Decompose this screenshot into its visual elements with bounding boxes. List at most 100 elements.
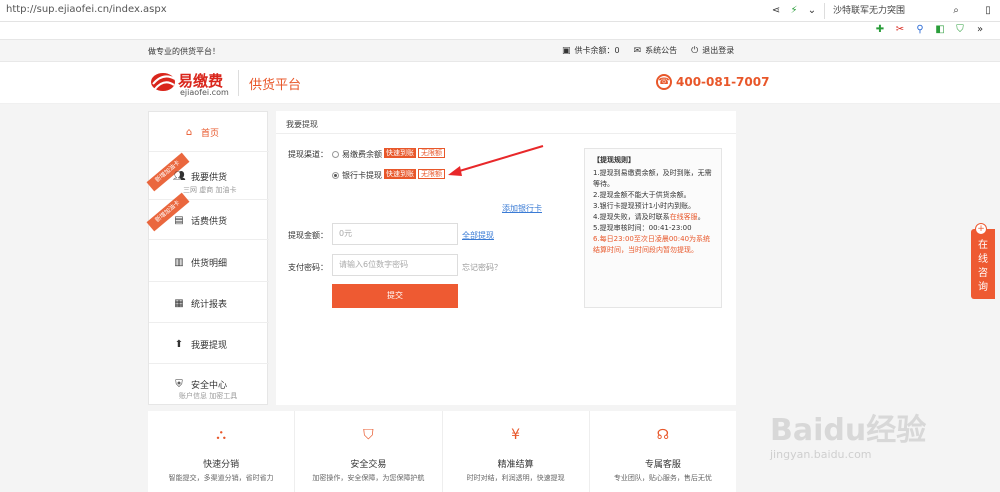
platform-title: 供货平台 [249, 78, 302, 93]
report-icon: ▦ [174, 298, 184, 309]
online-consult-label: 在线咨询 [978, 240, 988, 293]
browser-extension-bar: ✚ ✂ ⚲ ◧ ⛉ » [0, 22, 1000, 40]
password-label: 支付密码： [288, 263, 328, 272]
feature-desc: 智能提交，多渠道分销，省时省力 [168, 474, 274, 482]
submit-button[interactable]: 提交 [332, 284, 458, 308]
option-bank-label: 银行卡提现 [342, 171, 382, 180]
withdraw-panel: 我要提现 提现渠道： 易缴费余额 快速到账 无限额 银行卡提现 快速到账 无限额… [276, 111, 736, 405]
address-right-tools: ⋖ ⚡ ⌄ 沙特联军无力突围 ⌕ ▯ ↶ ⋮ [770, 3, 1000, 19]
sidebar-item-sub: 账户信息 加密工具 [179, 392, 238, 400]
rule-4-end: 。 [697, 213, 705, 221]
mail-icon: ✉ [633, 46, 642, 56]
network-icon: ⛬ [216, 427, 227, 443]
breadcrumb-divider [276, 133, 736, 134]
rule-3: 3.银行卡提现预计1小时内到账。 [593, 202, 696, 210]
amount-input[interactable]: 0元 [332, 223, 458, 245]
scissors-icon[interactable]: ✂ [894, 24, 906, 36]
feature-title: 快速分销 [203, 460, 240, 470]
sidebar-item-label: 我要供货 [191, 173, 228, 183]
amount-label: 提现金额： [288, 231, 328, 240]
headset-icon: ☊ [656, 427, 670, 443]
bar-chart-icon: ▥ [174, 257, 184, 268]
rule-4: 4.提现失败，请及时联系在线客服。 [593, 212, 713, 223]
rule-1: 1.提现到易缴费余额，及时到账，无需等待。 [593, 169, 712, 188]
notice-link[interactable]: ✉ 系统公告 [634, 45, 678, 56]
add-bank-card-link[interactable]: 添加银行卡 [502, 203, 542, 214]
sidebar-item-label: 供货明细 [191, 259, 228, 269]
option-balance-label: 易缴费余额 [342, 150, 382, 159]
sidebar-item-withdraw[interactable]: ⬆ 我要提现 [149, 323, 269, 364]
password-input[interactable]: 请输入6位数字密码 [332, 254, 458, 276]
shield-icon: ⛨ [175, 379, 183, 390]
power-icon: ⏻ [691, 46, 699, 56]
rule-5: 5.提现审核时间：00:41-23:00 [593, 224, 692, 232]
feature-strip: ⛬ 快速分销 智能提交，多渠道分销，省时省力 ⛉ 安全交易 加密操作，安全保障，… [148, 411, 736, 492]
watermark-url: jingyan.baidu.com [770, 448, 872, 461]
forgot-password-link[interactable]: 忘记密码？ [462, 262, 502, 273]
phone-icon: ☎ [656, 74, 672, 90]
shield-icon: ⛉ [363, 427, 374, 443]
logout-link[interactable]: ⏻ 退出登录 [691, 45, 734, 56]
chevron-down-icon[interactable]: ⌄ [806, 5, 818, 17]
balance-label: 供卡余额：0 [574, 46, 620, 55]
radio-bank-card[interactable] [332, 172, 339, 179]
rule-4-text: 4.提现失败，请及时联系 [593, 213, 670, 221]
withdraw-icon: ⬆ [174, 339, 184, 350]
header-divider [238, 70, 239, 96]
tag-fast: 快速到账 [384, 169, 416, 179]
yen-icon: ¥ [511, 427, 521, 443]
feature-settlement: ¥ 精准结算 时时对结，利润透明，快速提现 [443, 411, 590, 492]
rules-title: 【提现规则】 [593, 156, 635, 164]
sidebar-nav: ⌂ 首页 新增加油卡 👥︎ 我要供货 三网 虚商 加油卡 新增加油卡 ▤ 话费供… [146, 111, 269, 406]
sidebar-item-report[interactable]: ▦ 统计报表 [149, 282, 269, 323]
address-url[interactable]: http://sup.ejiaofei.cn/index.aspx [6, 4, 167, 15]
site-header: 易缴费 ejiaofei.com 供货平台 ☎ 400-081-7007 [0, 62, 1000, 104]
bolt-icon[interactable]: ⚡ [788, 5, 800, 17]
feature-support: ☊ 专属客服 专业团队，贴心服务，售后无忧 [590, 411, 736, 492]
sidebar-item-supply[interactable]: 新增加油卡 👥︎ 我要供货 三网 虚商 加油卡 [146, 152, 269, 200]
site-topbar: 做专业的供货平台！ ▣ 供卡余额：0 ✉ 系统公告 ⏻ 退出登录 [0, 40, 1000, 62]
notice-label: 系统公告 [645, 46, 678, 55]
tag-fast: 快速到账 [384, 148, 416, 158]
share-icon[interactable]: ⋖ [770, 5, 782, 17]
sidebar-item-label: 首页 [201, 129, 220, 139]
browser-search-box[interactable]: 沙特联军无力突围 [824, 3, 944, 19]
more-icon[interactable]: » [974, 24, 986, 36]
tag-unlimited: 无限额 [418, 169, 445, 179]
search-icon[interactable]: ⌕ [950, 5, 962, 17]
watermark-brand: Baidu经验 [770, 413, 927, 448]
find-icon[interactable]: ⚲ [914, 24, 926, 36]
radio-balance[interactable] [332, 151, 339, 158]
brand-domain: ejiaofei.com [180, 88, 229, 97]
feature-fast-distribution: ⛬ 快速分销 智能提交，多渠道分销，省时省力 [148, 411, 296, 492]
sidebar-item-detail[interactable]: ▥ 供货明细 [149, 240, 269, 282]
withdraw-all-link[interactable]: 全部提现 [462, 230, 494, 241]
feature-desc: 时时对结，利润透明，快速提现 [466, 474, 565, 482]
hotline: ☎ 400-081-7007 [656, 74, 769, 90]
extension-icons: ✚ ✂ ⚲ ◧ ⛉ » [874, 24, 986, 36]
wallet-icon: ▣ [562, 46, 571, 56]
feature-title: 精准结算 [497, 460, 534, 470]
balance-link[interactable]: ▣ 供卡余额：0 [562, 45, 620, 56]
rule-6: 6.每日23:00至次日凌晨00:40为系统结算时间，当时间段内暂勿提现。 [593, 235, 711, 254]
game-icon[interactable]: ◧ [934, 24, 946, 36]
device-icon[interactable]: ▯ [982, 5, 994, 17]
rule-2: 2.提现金额不能大于供货余额。 [593, 191, 691, 199]
online-service-link[interactable]: 在线客服 [670, 213, 698, 221]
browser-address-bar: http://sup.ejiaofei.cn/index.aspx ⋖ ⚡ ⌄ … [0, 0, 1000, 22]
sidebar-item-phone-supply[interactable]: 新增加油卡 ▤ 话费供货 [146, 192, 269, 240]
sidebar-item-security[interactable]: ⛨ 安全中心 账户信息 加密工具 [149, 364, 269, 406]
extension-green-icon[interactable]: ✚ [874, 24, 886, 36]
shield-ext-icon[interactable]: ⛉ [954, 24, 966, 36]
hotline-number: 400-081-7007 [676, 75, 770, 89]
feature-desc: 专业团队，贴心服务，售后无忧 [613, 474, 712, 482]
feature-title: 专属客服 [644, 460, 681, 470]
sidebar-item-label: 话费供货 [191, 217, 228, 227]
sidebar-item-label: 我要提现 [191, 341, 228, 351]
sidebar-item-home[interactable]: ⌂ 首页 [149, 112, 269, 152]
sidebar-item-label: 安全中心 [191, 381, 228, 391]
feature-secure-trade: ⛉ 安全交易 加密操作，安全保障，为您保障护航 [295, 411, 443, 492]
logout-label: 退出登录 [702, 46, 735, 55]
online-consult-tab[interactable]: + 在线咨询 [971, 223, 995, 299]
site-slogan: 做专业的供货平台！ [148, 47, 220, 56]
